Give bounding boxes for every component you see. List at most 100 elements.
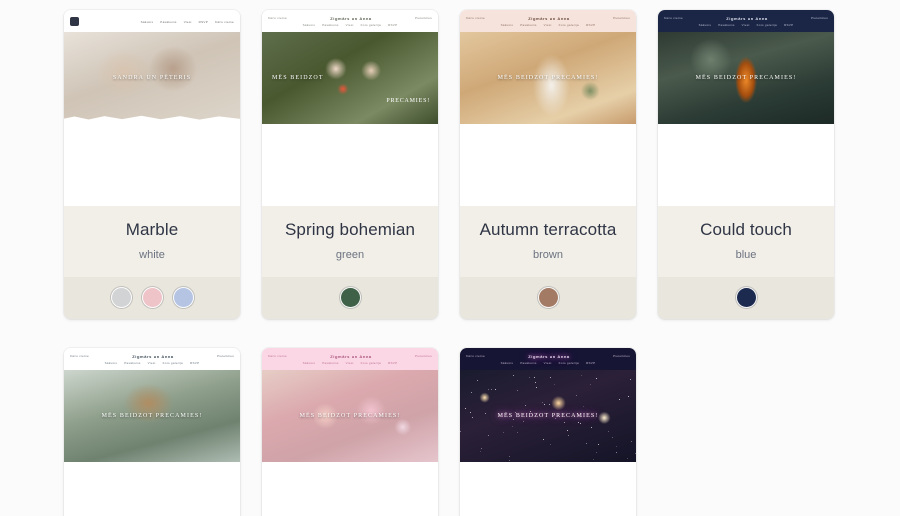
mini-nav-link: Foto galerija bbox=[559, 361, 579, 365]
template-card-pink-peony[interactable]: Kāzu vietne Zigmārs un Anna Pieteikties … bbox=[262, 348, 438, 516]
star-icon bbox=[513, 419, 514, 420]
star-icon bbox=[544, 404, 545, 405]
star-icon bbox=[477, 380, 478, 381]
mini-nav-link: RSVP bbox=[190, 361, 199, 365]
template-preview-marble[interactable]: Sākums Pasākums Viesi RSVP Kāzu vietne S… bbox=[64, 10, 240, 206]
star-icon bbox=[616, 452, 617, 453]
mini-nav: Kāzu vietne Zigmārs un Anna Pieteikties … bbox=[262, 10, 438, 32]
star-icon bbox=[576, 395, 577, 396]
mini-nav-link: Viesi bbox=[544, 361, 552, 365]
color-swatch-green[interactable] bbox=[340, 287, 361, 308]
hero-image: MĒS BEIDZOT PRECAMIES! bbox=[460, 32, 636, 124]
mini-nav-link: Viesi bbox=[148, 361, 156, 365]
star-icon bbox=[590, 384, 591, 385]
star-icon bbox=[509, 460, 510, 461]
hero-subtitle: PRECAMIES! bbox=[386, 98, 430, 104]
mini-nav-label: Kāzu vietne bbox=[268, 16, 287, 20]
mini-nav-link: Sākums bbox=[303, 361, 316, 365]
color-swatch-navy[interactable] bbox=[736, 287, 757, 308]
mini-nav-login: Pieteikties bbox=[415, 16, 432, 20]
star-icon bbox=[513, 375, 514, 376]
star-icon bbox=[586, 443, 587, 444]
star-icon bbox=[593, 459, 594, 460]
hero-title: MĒS BEIDZOT bbox=[262, 75, 438, 81]
template-card-autumn-terracotta[interactable]: Kāzu vietne Zigmārs un Anna Pieteikties … bbox=[460, 10, 636, 319]
template-card-could-touch[interactable]: Kāzu vietne Zigmārs un Anna Pieteikties … bbox=[658, 10, 834, 319]
star-icon bbox=[523, 414, 524, 415]
card-meta: Marble white bbox=[64, 206, 240, 277]
template-card-spring-bohemian[interactable]: Kāzu vietne Zigmārs un Anna Pieteikties … bbox=[262, 10, 438, 319]
mini-nav-link: Pasākums bbox=[520, 361, 536, 365]
star-icon bbox=[523, 421, 524, 422]
mini-nav-link: RSVP bbox=[199, 20, 208, 24]
mini-nav: Kāzu vietne Zigmārs un Anna Pieteikties … bbox=[64, 348, 240, 370]
star-icon bbox=[480, 451, 481, 452]
star-icon bbox=[554, 384, 555, 385]
mini-nav: Kāzu vietne Zigmārs un Anna Pieteikties … bbox=[460, 10, 636, 32]
template-card-aqua-watercolor[interactable]: Kāzu vietne Zigmārs un Anna Pieteikties … bbox=[64, 348, 240, 516]
color-swatch-bar bbox=[262, 277, 438, 319]
star-icon bbox=[543, 439, 544, 440]
color-swatch-white[interactable] bbox=[111, 287, 132, 308]
template-preview-could-touch[interactable]: Kāzu vietne Zigmārs un Anna Pieteikties … bbox=[658, 10, 834, 206]
star-icon bbox=[471, 392, 472, 393]
mini-nav-login: Pieteikties bbox=[613, 354, 630, 358]
hero-title: MĒS BEIDZOT PRECAMIES! bbox=[460, 75, 636, 81]
star-icon bbox=[583, 406, 584, 407]
star-icon bbox=[512, 426, 513, 427]
mini-nav-label: Kāzu vietne bbox=[268, 354, 287, 358]
template-preview-aqua-watercolor[interactable]: Kāzu vietne Zigmārs un Anna Pieteikties … bbox=[64, 348, 240, 516]
star-icon bbox=[472, 417, 473, 418]
color-swatch-blue[interactable] bbox=[173, 287, 194, 308]
star-icon bbox=[529, 377, 530, 378]
color-swatch-bar bbox=[460, 277, 636, 319]
mini-nav-link: Viesi bbox=[346, 23, 354, 27]
mini-nav-link: RSVP bbox=[784, 23, 793, 27]
hero-image: MĒS BEIDZOT PRECAMIES! bbox=[262, 32, 438, 124]
star-icon bbox=[616, 446, 617, 447]
template-preview-night-sparkler[interactable]: Kāzu vietne Zigmārs un Anna Pieteikties … bbox=[460, 348, 636, 516]
star-icon bbox=[536, 387, 537, 388]
star-icon bbox=[495, 389, 496, 390]
template-subtitle: brown bbox=[468, 249, 628, 261]
hero-title: SANDRA UN PĒTERIS bbox=[64, 75, 240, 81]
mini-nav-login: Pieteikties bbox=[613, 16, 630, 20]
star-icon bbox=[627, 458, 628, 459]
site-brand: Zigmārs un Anna bbox=[330, 16, 372, 21]
mini-nav-link: Foto galerija bbox=[163, 361, 183, 365]
mini-nav-link: RSVP bbox=[586, 361, 595, 365]
site-brand: Zigmārs un Anna bbox=[330, 354, 372, 359]
mini-nav-link: Viesi bbox=[346, 361, 354, 365]
star-icon bbox=[488, 389, 489, 390]
template-preview-pink-peony[interactable]: Kāzu vietne Zigmārs un Anna Pieteikties … bbox=[262, 348, 438, 516]
card-meta: Could touch blue bbox=[658, 206, 834, 277]
star-icon bbox=[465, 408, 466, 409]
mini-nav-label: Kāzu vietne bbox=[215, 20, 234, 24]
template-preview-autumn-terracotta[interactable]: Kāzu vietne Zigmārs un Anna Pieteikties … bbox=[460, 10, 636, 206]
mini-nav-link: Sākums bbox=[501, 361, 514, 365]
template-subtitle: blue bbox=[666, 249, 826, 261]
star-icon bbox=[628, 396, 629, 397]
hero-image: SANDRA UN PĒTERIS bbox=[64, 32, 240, 124]
card-meta: Autumn terracotta brown bbox=[460, 206, 636, 277]
star-icon bbox=[596, 378, 597, 379]
template-card-marble[interactable]: Sākums Pasākums Viesi RSVP Kāzu vietne S… bbox=[64, 10, 240, 319]
mini-nav-link: Pasākums bbox=[718, 23, 734, 27]
hero-title: MĒS BEIDZOT PRECAMIES! bbox=[262, 413, 438, 419]
mini-nav: Kāzu vietne Zigmārs un Anna Pieteikties … bbox=[262, 348, 438, 370]
color-swatch-pink[interactable] bbox=[142, 287, 163, 308]
mini-nav-link: RSVP bbox=[586, 23, 595, 27]
star-icon bbox=[503, 432, 504, 433]
star-icon bbox=[481, 448, 482, 449]
template-gallery-grid: Sākums Pasākums Viesi RSVP Kāzu vietne S… bbox=[0, 0, 900, 516]
color-swatch-brown[interactable] bbox=[538, 287, 559, 308]
mini-nav-label: Kāzu vietne bbox=[664, 16, 683, 20]
mini-nav-link: Pasākums bbox=[322, 361, 338, 365]
mini-nav: Kāzu vietne Zigmārs un Anna Pieteikties … bbox=[658, 10, 834, 32]
template-preview-spring-bohemian[interactable]: Kāzu vietne Zigmārs un Anna Pieteikties … bbox=[262, 10, 438, 206]
mini-nav-link: Sākums bbox=[699, 23, 712, 27]
template-subtitle: white bbox=[72, 249, 232, 261]
mini-nav-label: Kāzu vietne bbox=[466, 16, 485, 20]
mini-nav-label: Kāzu vietne bbox=[466, 354, 485, 358]
template-card-night-sparkler[interactable]: Kāzu vietne Zigmārs un Anna Pieteikties … bbox=[460, 348, 636, 516]
